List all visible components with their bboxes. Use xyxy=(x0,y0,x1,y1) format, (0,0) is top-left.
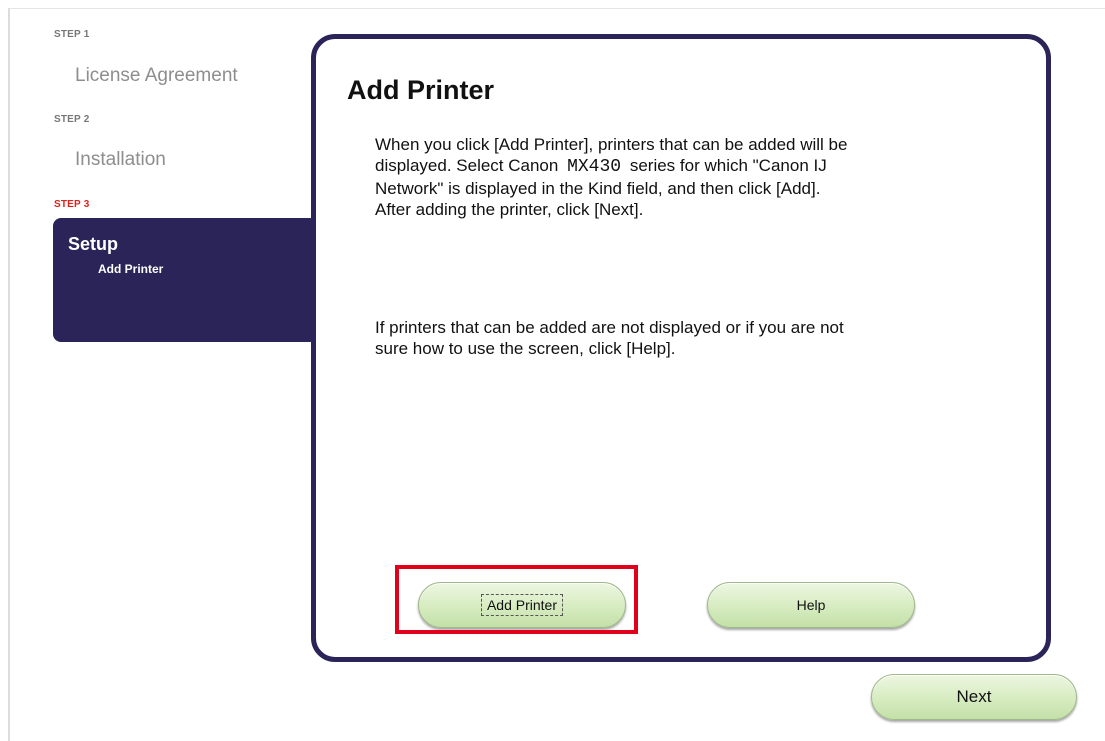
step-license-agreement: License Agreement xyxy=(75,65,238,86)
printer-model: MX430 xyxy=(567,157,622,177)
installer-window: STEP 1 License Agreement STEP 2 Installa… xyxy=(8,8,1105,741)
help-text: If printers that can be added are not di… xyxy=(375,318,844,358)
step-1-label: STEP 1 xyxy=(54,29,90,40)
next-button[interactable]: Next xyxy=(871,674,1077,720)
instruction-text: When you click [Add Printer], printers t… xyxy=(375,134,1015,220)
current-step-setup: Setup Add Printer xyxy=(53,218,323,342)
help-button[interactable]: Help xyxy=(707,582,915,628)
step-3-label: STEP 3 xyxy=(54,199,90,210)
step-installation: Installation xyxy=(75,149,166,170)
step-2-label: STEP 2 xyxy=(54,114,90,125)
add-printer-highlight xyxy=(395,565,638,634)
page-title: Add Printer xyxy=(347,75,495,105)
next-button-label: Next xyxy=(956,687,992,706)
help-button-label: Help xyxy=(796,597,826,613)
setup-title: Setup xyxy=(68,234,119,254)
setup-substep: Add Printer xyxy=(98,262,164,276)
